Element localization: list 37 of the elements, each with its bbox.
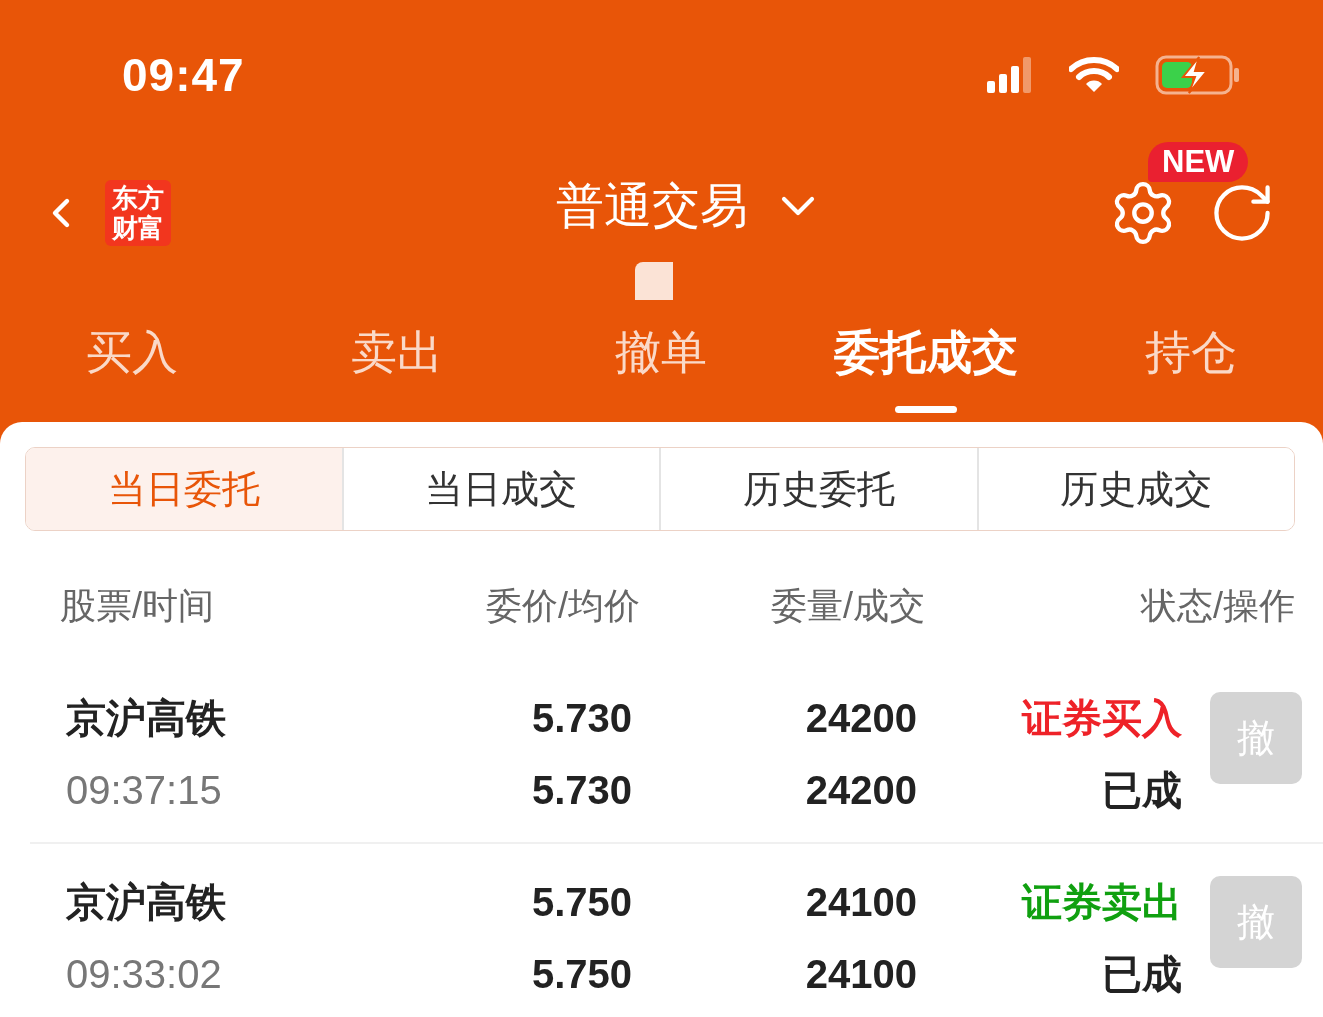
column-header: 状态/操作 <box>1139 584 1295 628</box>
stock-name: 京沪高铁 <box>66 695 226 742</box>
segment-tab[interactable]: 历史成交 <box>976 448 1294 530</box>
status-time: 09:47 <box>122 48 245 102</box>
column-header: 股票/时间 <box>60 584 215 628</box>
refresh-icon[interactable] <box>1215 186 1269 240</box>
signal-icon <box>987 57 1033 93</box>
order-price: 5.750 <box>531 879 632 926</box>
order-time: 09:33:02 <box>66 951 222 998</box>
main-tab[interactable]: 卖出 <box>264 276 530 422</box>
column-header: 委量/成交 <box>770 584 925 628</box>
order-quantity: 24100 <box>805 879 917 926</box>
page-title[interactable]: 普通交易 <box>556 178 748 234</box>
main-tab[interactable]: 持仓 <box>1058 276 1323 422</box>
column-header: 委价/均价 <box>485 584 640 628</box>
app-logo: 东方财富 <box>105 180 171 246</box>
new-badge: NEW <box>1148 142 1249 182</box>
order-time: 09:37:15 <box>66 767 222 814</box>
settings-icon[interactable] <box>1114 184 1172 242</box>
battery-charging-icon <box>1155 55 1241 95</box>
order-status: 已成 <box>1102 951 1182 998</box>
average-price: 5.750 <box>531 951 632 998</box>
pale-square <box>635 262 673 300</box>
filled-quantity: 24100 <box>805 951 917 998</box>
segment-tab[interactable]: 当日委托 <box>26 448 342 530</box>
filled-quantity: 24200 <box>805 767 917 814</box>
main-tab[interactable]: 委托成交 <box>793 276 1059 422</box>
main-tab[interactable]: 撤单 <box>529 276 794 422</box>
order-price: 5.730 <box>531 695 632 742</box>
trade-direction: 证券买入 <box>1022 695 1182 742</box>
main-tab[interactable]: 买入 <box>0 276 265 422</box>
wifi-icon <box>1069 57 1119 93</box>
order-quantity: 24200 <box>805 695 917 742</box>
order-status: 已成 <box>1102 767 1182 814</box>
trade-direction: 证券卖出 <box>1022 879 1182 926</box>
average-price: 5.730 <box>531 767 632 814</box>
stock-name: 京沪高铁 <box>66 879 226 926</box>
